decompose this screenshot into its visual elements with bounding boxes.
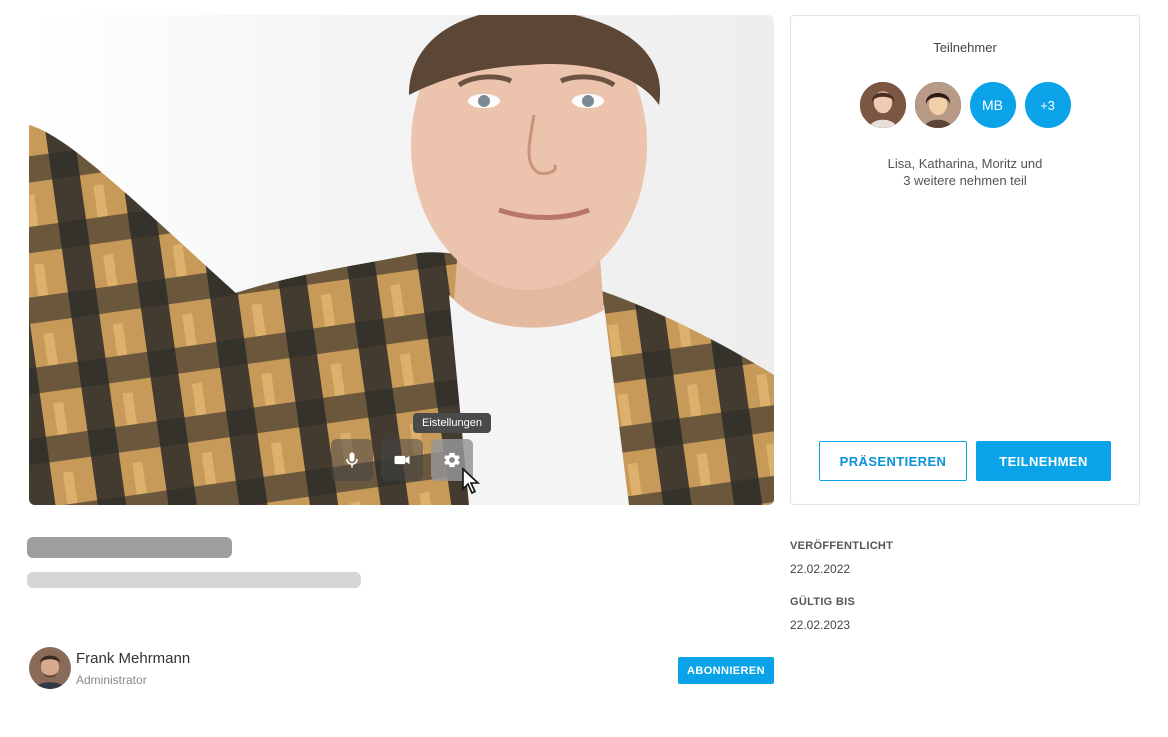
join-button[interactable]: TEILNEHMEN xyxy=(976,441,1111,481)
participant-avatar[interactable] xyxy=(857,80,908,130)
valid-until-date: 22.02.2023 xyxy=(790,618,851,632)
participants-title: Teilnehmer xyxy=(933,40,997,55)
settings-tooltip: Eistellungen xyxy=(413,413,491,433)
participants-summary: Lisa, Katharina, Moritz und 3 weitere ne… xyxy=(791,155,1139,189)
video-camera-icon xyxy=(394,455,410,465)
present-button[interactable]: PRÄSENTIEREN xyxy=(819,441,967,481)
subtitle-placeholder xyxy=(27,572,361,588)
valid-until-label: GÜLTIG BIS xyxy=(790,596,856,608)
participants-summary-line2: 3 weitere nehmen teil xyxy=(903,173,1027,188)
camera-button[interactable] xyxy=(381,439,423,481)
participant-avatar[interactable] xyxy=(912,80,963,130)
participant-photo-icon xyxy=(859,82,906,128)
gear-icon xyxy=(444,452,460,468)
video-preview: Eistellungen xyxy=(29,15,774,505)
participants-summary-line1: Lisa, Katharina, Moritz und xyxy=(887,156,1043,171)
participant-avatars: MB +3 xyxy=(791,80,1139,130)
published-label: VERÖFFENTLICHT xyxy=(790,540,894,552)
author-role: Administrator xyxy=(76,673,147,687)
microphone-button[interactable] xyxy=(331,439,373,481)
video-controls xyxy=(331,439,473,481)
author-avatar[interactable] xyxy=(29,647,71,689)
author-name: Frank Mehrmann xyxy=(76,650,191,667)
participants-card: Teilnehmer MB +3 Lisa, Katharina, Moritz… xyxy=(790,15,1140,505)
author-photo-icon xyxy=(29,647,71,689)
title-placeholder xyxy=(27,537,232,558)
subscribe-button[interactable]: ABONNIEREN xyxy=(678,657,774,684)
participant-photo-icon xyxy=(914,82,961,128)
more-participants-badge[interactable]: +3 xyxy=(1022,80,1073,130)
mouse-cursor-icon xyxy=(462,467,481,495)
microphone-icon xyxy=(346,452,358,468)
video-person-image xyxy=(29,15,774,505)
published-date: 22.02.2022 xyxy=(790,562,851,576)
participant-avatar-initials[interactable]: MB xyxy=(967,80,1018,130)
